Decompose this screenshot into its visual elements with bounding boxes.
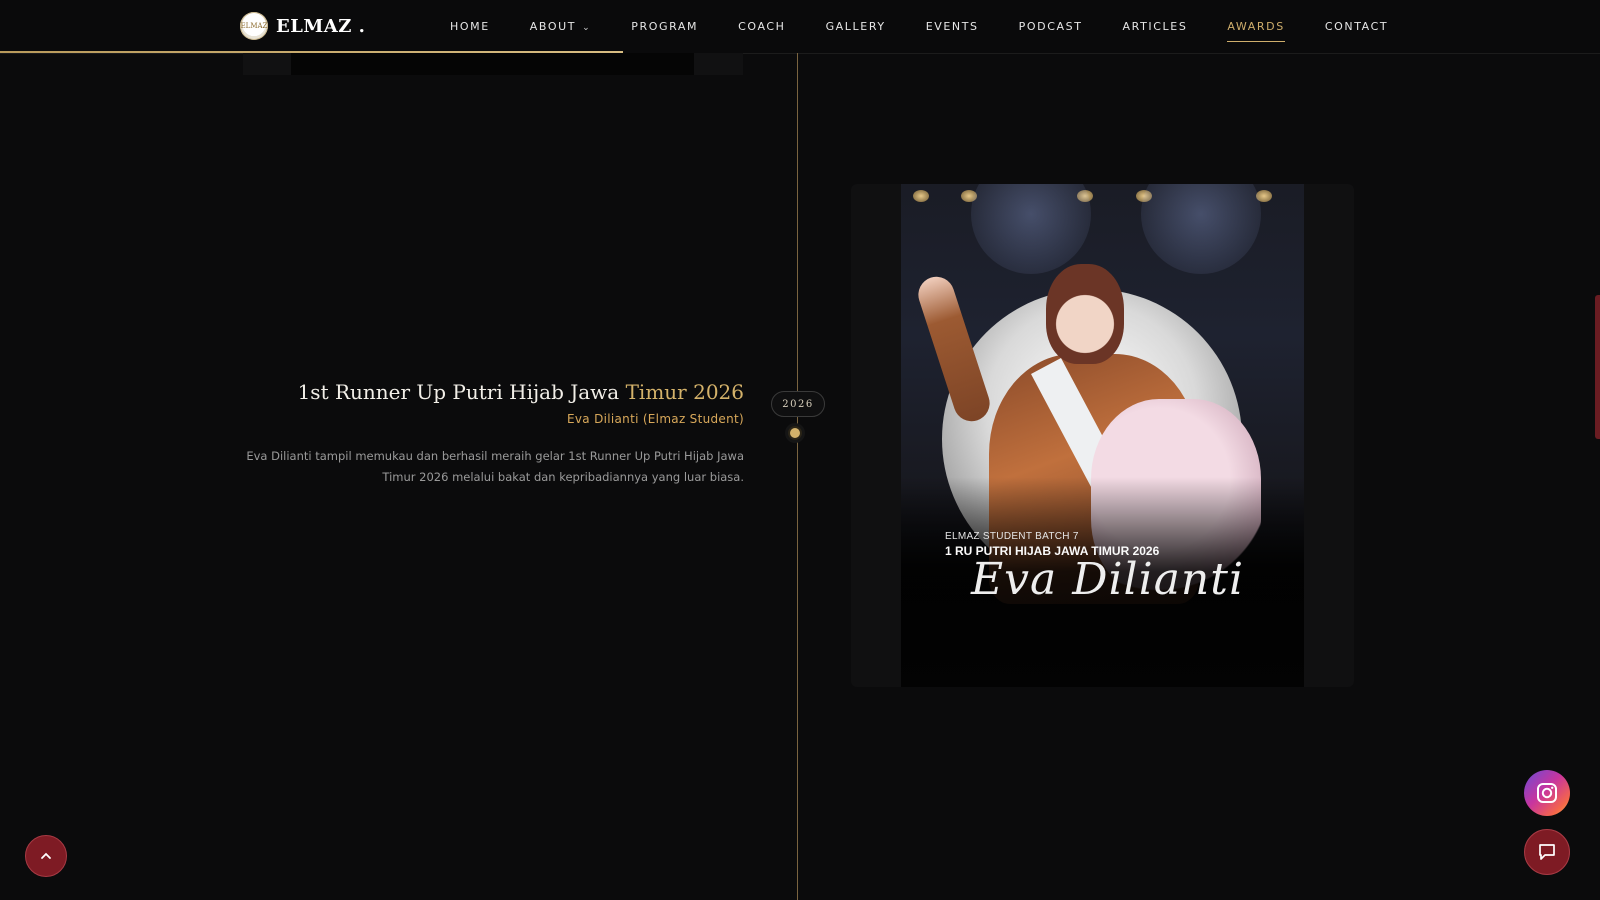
nav-articles[interactable]: ARTICLES [1123,20,1188,33]
brand[interactable]: ELMAZ ELMAZ . [240,12,365,40]
previous-award-image [291,53,694,75]
chevron-down-icon: ⌄ [582,23,592,33]
main-menu: HOME ABOUT ⌄ PROGRAM COACH GALLERY EVENTS… [450,0,1428,53]
award-poster-image[interactable]: ELMAZ STUDENT BATCH 7 1 RU PUTRI HIJAB J… [901,184,1304,687]
nav-podcast[interactable]: PODCAST [1019,20,1083,33]
award-description: Eva Dilianti tampil memukau dan berhasil… [246,449,744,484]
nav-events[interactable]: EVENTS [926,20,979,33]
timeline-dot [788,426,802,440]
nav-program[interactable]: PROGRAM [631,20,698,33]
nav-about[interactable]: ABOUT ⌄ [530,20,591,33]
nav-about-label: ABOUT [529,20,577,33]
nav-home[interactable]: HOME [450,20,490,33]
award-title-highlight: Timur 2026 [625,380,744,404]
instagram-button[interactable] [1524,770,1570,816]
brand-logo: ELMAZ [240,12,268,40]
year-badge: 2026 [771,391,825,417]
nav-coach[interactable]: COACH [738,20,785,33]
chevron-up-icon [41,852,51,859]
back-to-top-button[interactable] [25,835,67,877]
top-navbar: ELMAZ ELMAZ . HOME ABOUT ⌄ PROGRAM COACH … [0,0,1600,54]
poster-batch: ELMAZ STUDENT BATCH 7 [945,531,1079,542]
nav-awards[interactable]: AWARDS [1227,20,1286,42]
chat-icon [1539,844,1555,860]
award-recipient: Eva Dilianti (Elmaz Student) [567,412,744,426]
instagram-icon [1537,783,1557,803]
nav-contact[interactable]: CONTACT [1325,20,1388,33]
chat-button[interactable] [1524,829,1570,875]
award-title: 1st Runner Up Putri Hijab Jawa Timur 202… [224,380,744,404]
nav-gallery[interactable]: GALLERY [826,20,886,33]
scrollbar-thumb[interactable] [1595,295,1600,439]
award-title-main: 1st Runner Up Putri Hijab Jawa [297,380,626,404]
poster-name: Eva Dilianti [971,554,1245,605]
brand-name: ELMAZ . [276,15,366,37]
timeline-line [797,53,798,900]
